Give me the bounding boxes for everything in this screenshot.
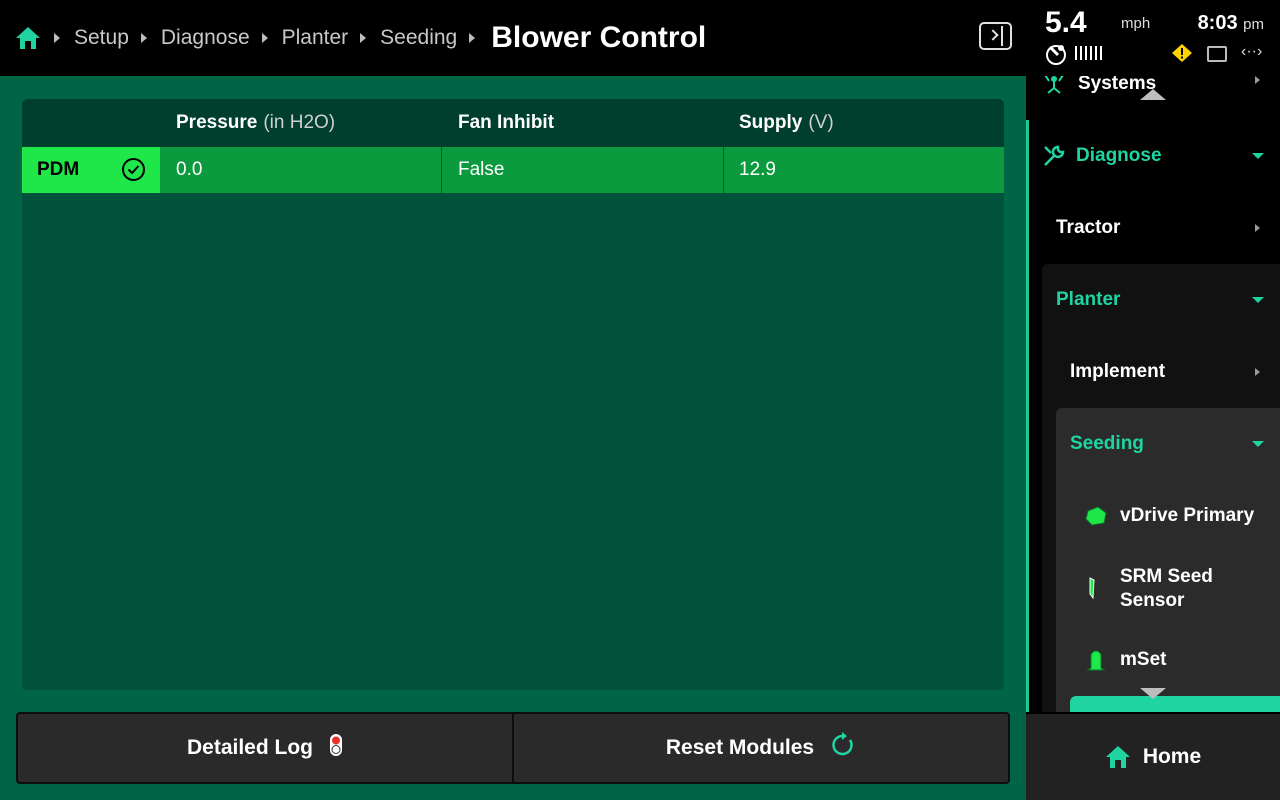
cell-supply: 12.9 [739,159,776,180]
systems-icon [1042,76,1066,95]
srm-label-group: SRM Seed Sensor [1120,565,1213,613]
clock: 8:03 pm [1198,12,1264,35]
caret-right-icon [1255,368,1260,376]
table-header: Pressure (in H2O) Fan Inhibit Supply (V) [22,99,1004,147]
wrench-icon [1042,144,1066,168]
sidebar-item-srm-seed-sensor[interactable]: SRM Seed Sensor [1084,564,1280,614]
action-bar: Detailed Log Reset Modules [16,712,1010,784]
sidebar-item-label: Seeding [1070,433,1144,454]
sidebar-accent [1026,120,1029,712]
blower-table: Pressure (in H2O) Fan Inhibit Supply (V) P… [22,99,1004,690]
sidebar-item-implement[interactable]: Implement [1070,360,1280,384]
sidebar-item-mset[interactable]: mSet [1084,648,1280,672]
clock-time: 8:03 [1197,12,1238,34]
breadcrumb-separator-icon [261,33,268,43]
sidebar-item-seeding[interactable]: Seeding [1070,432,1280,456]
sidebar-item-diagnose[interactable]: Diagnose [1042,142,1280,170]
breadcrumb-separator-icon [360,33,367,43]
caret-down-icon [1252,441,1264,447]
home-label: Home [1142,745,1202,768]
sidebar-item-tractor[interactable]: Tractor [1056,216,1280,240]
main-content: Pressure (in H2O) Fan Inhibit Supply (V) P… [0,76,1026,800]
link-icon[interactable]: ‹··› [1241,43,1262,61]
sidebar-item-label: Tractor [1056,217,1121,238]
sidebar-item-planter[interactable]: Planter [1056,288,1280,312]
sidebar-item-label: Sensor [1120,590,1185,611]
mset-icon [1084,648,1108,672]
caret-right-icon [1255,224,1260,232]
breadcrumb-setup[interactable]: Setup [74,26,129,50]
breadcrumb: Setup Diagnose Planter Seeding Blower Co… [0,0,706,76]
refresh-icon [830,732,856,764]
clock-suffix: pm [1243,16,1264,33]
cell-divider [723,147,724,193]
header-pressure: Pressure (in H2O) [176,112,336,133]
gps-icon[interactable] [1044,42,1068,66]
sidebar-nav[interactable]: Systems Diagnose Tractor Planter Impleme… [1026,76,1280,712]
check-circle-icon [121,157,146,182]
speed-value: 5.4 [1045,6,1087,39]
breadcrumb-seeding[interactable]: Seeding [380,26,457,50]
signal-icon [1075,46,1102,60]
detailed-log-button[interactable]: Detailed Log [18,714,512,782]
sidebar-item-label: vDrive Primary [1120,505,1255,526]
header-fan-inhibit: Fan Inhibit [458,112,555,133]
caret-down-icon [1252,153,1264,159]
cell-pressure: 0.0 [176,159,203,180]
display-icon[interactable] [1207,46,1227,62]
sidebar-item-label: Diagnose [1076,145,1162,166]
header-bar: Setup Diagnose Planter Seeding Blower Co… [0,0,1026,76]
sidebar-item-label: Planter [1056,289,1121,310]
next-item-highlight[interactable] [1070,696,1280,712]
scroll-up-arrow-icon[interactable] [1140,89,1166,100]
seed-sensor-icon [1084,576,1100,602]
home-icon[interactable] [14,24,42,52]
home-icon [1105,745,1131,769]
warning-icon[interactable] [1172,44,1192,62]
sidebar-item-vdrive-primary[interactable]: vDrive Primary [1084,504,1280,528]
sidebar-item-label: SRM Seed [1120,566,1213,587]
breadcrumb-separator-icon [140,33,147,43]
panel-toggle-icon[interactable] [979,22,1012,50]
table-row[interactable]: PDM 0.0 False 12.9 [22,147,1004,193]
breadcrumb-separator-icon [54,33,60,43]
sidebar-item-label: Implement [1070,361,1166,382]
vdrive-icon [1084,505,1108,527]
status-area: 5.4 mph 8:03 pm ‹··› [1026,0,1280,76]
detailed-log-label: Detailed Log [186,736,313,759]
speed-unit: mph [1121,15,1151,32]
cell-fan-inhibit: False [458,159,505,180]
reset-modules-button[interactable]: Reset Modules [514,714,1008,782]
header-supply: Supply (V) [739,112,834,133]
caret-right-icon [1255,76,1260,84]
breadcrumb-separator-icon [469,33,476,43]
caret-down-icon [1252,297,1264,303]
traffic-light-icon [329,733,343,763]
scroll-down-arrow-icon[interactable] [1140,688,1166,699]
row-module-label[interactable]: PDM [22,147,160,193]
breadcrumb-diagnose[interactable]: Diagnose [161,26,250,50]
breadcrumb-planter[interactable]: Planter [282,26,349,50]
sidebar-item-label: mSet [1120,649,1167,670]
module-name: PDM [37,159,80,180]
home-button[interactable]: Home [1026,712,1280,800]
reset-modules-label: Reset Modules [665,736,815,759]
page-title: Blower Control [491,21,707,54]
cell-divider [441,147,442,193]
